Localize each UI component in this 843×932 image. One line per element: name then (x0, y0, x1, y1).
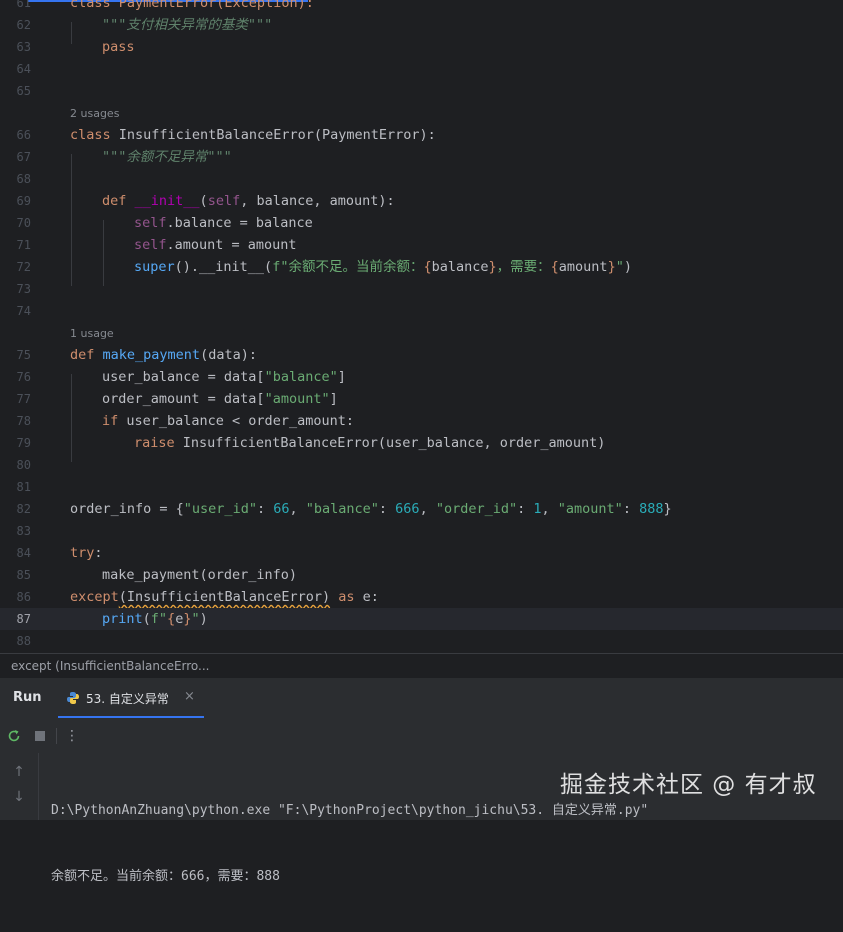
code-line[interactable]: 83 (0, 520, 843, 542)
code-text: order_amount = data["amount"] (102, 391, 338, 407)
line-number: 79 (16, 436, 31, 450)
line-number: 88 (16, 634, 31, 648)
code-line[interactable]: 88 (0, 630, 843, 652)
line-number: 69 (16, 194, 31, 208)
code-line[interactable]: 68 (0, 168, 843, 190)
code-text: def __init__(self, balance, amount): (102, 193, 395, 209)
run-header: Run 53. 自定义异常 × (0, 678, 843, 718)
usages-hint[interactable]: 2 usages (70, 103, 119, 125)
line-number: 71 (16, 238, 31, 252)
code-line[interactable]: 78 if user_balance < order_amount: (0, 410, 843, 432)
code-text: class PaymentError(Exception): (70, 0, 314, 11)
console-side-toolbar: ↑ ↓ (0, 753, 39, 820)
line-number: 81 (16, 480, 31, 494)
code-text: try: (70, 545, 103, 561)
line-number: 61 (16, 0, 31, 10)
code-line[interactable]: 82 order_info = {"user_id": 66, "balance… (0, 498, 843, 520)
breadcrumb[interactable]: except (InsufficientBalanceErro... (0, 653, 843, 677)
code-line[interactable]: 61 class PaymentError(Exception): (0, 0, 843, 14)
line-number: 64 (16, 62, 31, 76)
line-number: 66 (16, 128, 31, 142)
toolbar-divider (56, 728, 57, 744)
code-line[interactable]: 81 (0, 476, 843, 498)
close-tab-icon[interactable]: × (184, 689, 195, 704)
code-text: class InsufficientBalanceError(PaymentEr… (70, 127, 436, 143)
line-number: 77 (16, 392, 31, 406)
line-number: 85 (16, 568, 31, 582)
more-options-icon[interactable]: ⋮ (63, 727, 81, 745)
code-line[interactable]: 73 (0, 278, 843, 300)
line-number: 75 (16, 348, 31, 362)
code-editor[interactable]: 61 class PaymentError(Exception): 62 """… (0, 0, 843, 653)
code-line[interactable]: 72 super().__init__(f"余额不足。当前余额：{balance… (0, 256, 843, 278)
code-line[interactable]: 79 raise InsufficientBalanceError(user_b… (0, 432, 843, 454)
line-number: 87 (16, 612, 31, 626)
code-line[interactable]: 62 """支付相关异常的基类""" (0, 14, 843, 36)
code-line[interactable]: 76 user_balance = data["balance"] (0, 366, 843, 388)
line-number: 70 (16, 216, 31, 230)
line-number: 74 (16, 304, 31, 318)
console-line: 余额不足。当前余额：666，需要：888 (51, 869, 280, 884)
code-text: self.balance = balance (134, 215, 313, 231)
code-line[interactable]: 71 self.amount = amount (0, 234, 843, 256)
line-number: 83 (16, 524, 31, 538)
code-line[interactable]: 80 (0, 454, 843, 476)
line-number: 68 (16, 172, 31, 186)
line-number: 65 (16, 84, 31, 98)
code-text: user_balance = data["balance"] (102, 369, 346, 385)
run-toolbar: ⋮ (0, 723, 843, 749)
usages-hint[interactable]: 1 usage (70, 323, 114, 345)
line-number: 73 (16, 282, 31, 296)
code-text: """支付相关异常的基类""" (102, 17, 273, 33)
code-line[interactable]: 69 def __init__(self, balance, amount): (0, 190, 843, 212)
code-text: self.amount = amount (134, 237, 297, 253)
code-line[interactable]: 66 class InsufficientBalanceError(Paymen… (0, 124, 843, 146)
line-number: 80 (16, 458, 31, 472)
code-line[interactable]: 67 """余额不足异常""" (0, 146, 843, 168)
run-config-tab[interactable]: 53. 自定义异常 × (58, 678, 204, 718)
python-icon (66, 690, 80, 704)
code-text: except(InsufficientBalanceError) as e: (70, 589, 379, 605)
console-output[interactable]: D:\PythonAnZhuang\python.exe "F:\PythonP… (51, 756, 648, 932)
code-text: print(f"{e}") (102, 611, 208, 627)
stop-icon[interactable] (31, 727, 49, 745)
code-line[interactable]: 84 try: (0, 542, 843, 564)
warning-squiggle: (InsufficientBalanceError) (118, 589, 331, 605)
code-line[interactable]: 63 pass (0, 36, 843, 58)
scroll-down-icon[interactable]: ↓ (10, 788, 28, 806)
code-line[interactable]: 85 make_payment(order_info) (0, 564, 843, 586)
code-line[interactable]: 77 order_amount = data["amount"] (0, 388, 843, 410)
line-number: 86 (16, 590, 31, 604)
code-line[interactable]: 65 (0, 80, 843, 102)
code-text: """余额不足异常""" (102, 149, 232, 165)
code-text: def make_payment(data): (70, 347, 257, 363)
code-line[interactable]: 64 (0, 58, 843, 80)
rerun-icon[interactable] (5, 727, 23, 745)
code-text: raise InsufficientBalanceError(user_bala… (134, 435, 606, 451)
watermark: 掘金技术社区 @ 有才叔 (560, 772, 817, 798)
line-number: 63 (16, 40, 31, 54)
code-line[interactable]: 75 def make_payment(data): (0, 344, 843, 366)
code-text: order_info = {"user_id": 66, "balance": … (70, 501, 672, 517)
code-text: if user_balance < order_amount: (102, 413, 354, 429)
line-number: 72 (16, 260, 31, 274)
code-text: make_payment(order_info) (102, 567, 298, 583)
scroll-up-icon[interactable]: ↑ (10, 763, 28, 781)
code-line[interactable]: 74 (0, 300, 843, 322)
current-code-line[interactable]: 87 print(f"{e}") (0, 608, 843, 630)
code-line[interactable]: 70 self.balance = balance (0, 212, 843, 234)
line-number: 82 (16, 502, 31, 516)
line-number: 62 (16, 18, 31, 32)
code-text: super().__init__(f"余额不足。当前余额：{balance}，需… (134, 259, 632, 275)
run-panel-title[interactable]: Run (13, 690, 42, 705)
line-number: 67 (16, 150, 31, 164)
line-number: 76 (16, 370, 31, 384)
code-text: pass (102, 39, 135, 55)
code-line[interactable]: 86 except(InsufficientBalanceError) as e… (0, 586, 843, 608)
run-tab-label: 53. 自定义异常 (86, 692, 169, 706)
line-number: 78 (16, 414, 31, 428)
line-number: 84 (16, 546, 31, 560)
